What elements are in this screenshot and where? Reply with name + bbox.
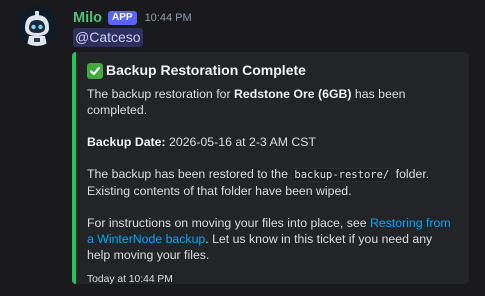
chat-message: Milo APP 10:44 PM @Catceso Backup Restor… bbox=[0, 0, 485, 296]
instructions-paragraph: For instructions on moving your files in… bbox=[87, 215, 457, 263]
check-mark-button-icon bbox=[87, 62, 103, 79]
restore-folder-text: The backup has been restored to the bbox=[87, 167, 292, 181]
embed-card: Backup Restoration Complete The backup r… bbox=[72, 52, 469, 285]
message-timestamp[interactable]: 10:44 PM bbox=[145, 12, 192, 24]
instructions-text: For instructions on moving your files in… bbox=[87, 216, 370, 230]
message-header: Milo APP 10:44 PM bbox=[73, 8, 192, 28]
folder-code: backup-restore/ bbox=[291, 168, 393, 182]
embed-description: The backup restoration for Redstone Ore … bbox=[87, 86, 457, 263]
embed-title-text: Backup Restoration Complete bbox=[106, 62, 306, 78]
backup-date-paragraph: Backup Date: 2026-05-16 at 2-3 AM CST bbox=[87, 134, 457, 150]
bot-avatar-icon bbox=[17, 6, 57, 46]
bot-avatar[interactable] bbox=[17, 6, 57, 46]
embed-footer-timestamp: Today at 10:44 PM bbox=[87, 274, 173, 285]
embed-title: Backup Restoration Complete bbox=[87, 62, 457, 79]
backup-date-label: Backup Date: bbox=[87, 135, 166, 149]
app-badge: APP bbox=[108, 11, 137, 25]
server-name: Redstone Ore (6GB) bbox=[233, 87, 352, 101]
backup-date-value: 2026-05-16 at 2-3 AM CST bbox=[165, 135, 316, 149]
user-mention[interactable]: @Catceso bbox=[73, 28, 143, 47]
restore-folder-paragraph: The backup has been restored to the back… bbox=[87, 166, 457, 199]
restoration-text: The backup restoration for bbox=[87, 87, 234, 101]
username[interactable]: Milo bbox=[73, 10, 102, 26]
restoration-paragraph: The backup restoration for Redstone Ore … bbox=[87, 86, 457, 118]
